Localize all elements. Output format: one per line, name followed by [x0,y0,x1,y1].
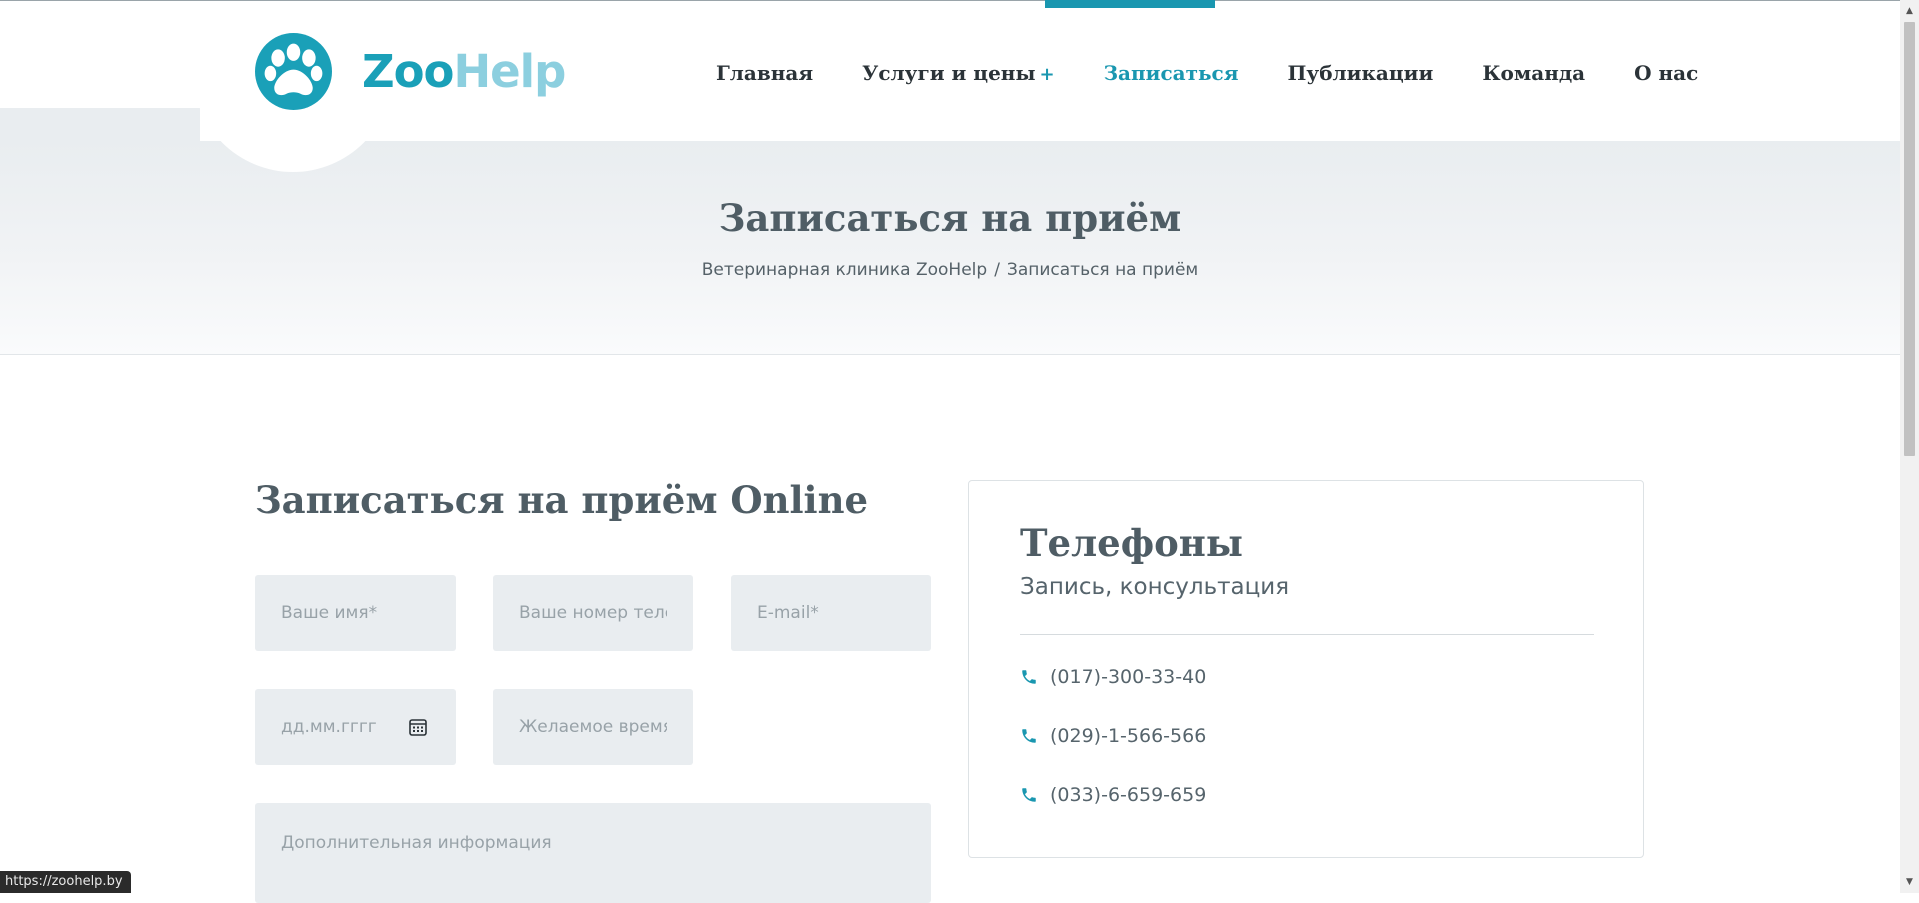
scroll-down-arrow-icon[interactable]: ▼ [1900,873,1919,891]
nav-item-home[interactable]: Главная [716,61,813,85]
name-field[interactable] [255,575,456,651]
breadcrumb: Ветеринарная клиника ZooHelp / Записаться … [0,260,1900,280]
plus-icon: + [1039,64,1055,85]
phone-number: (033)-6-659-659 [1050,784,1207,806]
phone-item[interactable]: (033)-6-659-659 [1020,784,1206,806]
phone-icon [1022,788,1036,802]
logo-text-help: Help [453,45,566,98]
site-logo[interactable]: ZooHelp [255,33,566,110]
name-input[interactable] [281,603,430,623]
nav-item-services-label: Услуги и цены [862,61,1036,85]
phone-icon [1022,670,1036,684]
breadcrumb-current: Записаться на приём [1006,260,1199,280]
nav-item-services[interactable]: Услуги и цены + [862,61,1054,85]
phone-item[interactable]: (029)-1-566-566 [1020,725,1206,747]
active-nav-indicator [1045,0,1215,8]
time-field[interactable] [493,689,693,765]
phone-item[interactable]: (017)-300-33-40 [1020,666,1206,688]
nav-item-appointment[interactable]: Записаться [1104,61,1239,85]
logo-text: ZooHelp [362,45,566,98]
page-scrollbar[interactable]: ▲ ▼ [1900,0,1919,893]
paw-icon [255,33,332,110]
phone-field[interactable] [493,575,693,651]
scroll-up-arrow-icon[interactable]: ▲ [1900,2,1919,20]
breadcrumb-separator: / [994,260,1000,280]
phone-input[interactable] [519,603,667,623]
date-input[interactable] [281,717,400,737]
phones-title: Телефоны [1020,521,1243,565]
page-title: Записаться на приём [718,196,1182,240]
info-textarea[interactable] [281,833,905,853]
hero-band [0,108,200,141]
breadcrumb-home[interactable]: Ветеринарная клиника ZooHelp [702,260,987,280]
link-status-bar: https://zoohelp.by [0,871,131,893]
time-input[interactable] [519,717,667,737]
email-field[interactable] [731,575,931,651]
main-nav: Главная Услуги и цены + Записаться Публик… [716,58,1747,88]
calendar-icon[interactable] [408,717,428,737]
info-field[interactable] [255,803,931,903]
divider [1020,634,1594,635]
logo-text-zoo: Zoo [362,45,454,98]
phones-card: Телефоны Запись, консультация (017)-300-… [968,480,1644,858]
scroll-thumb[interactable] [1904,22,1915,456]
nav-item-about[interactable]: О нас [1634,61,1698,85]
page-hero [0,141,1900,355]
nav-item-team[interactable]: Команда [1482,61,1585,85]
form-title: Записаться на приём Online [255,478,869,522]
phones-subtitle: Запись, консультация [1020,574,1290,600]
phone-number: (029)-1-566-566 [1050,725,1207,747]
date-field[interactable] [255,689,456,765]
phone-number: (017)-300-33-40 [1050,666,1207,688]
nav-item-publications[interactable]: Публикации [1288,61,1434,85]
email-input[interactable] [757,603,905,623]
phone-icon [1022,729,1036,743]
